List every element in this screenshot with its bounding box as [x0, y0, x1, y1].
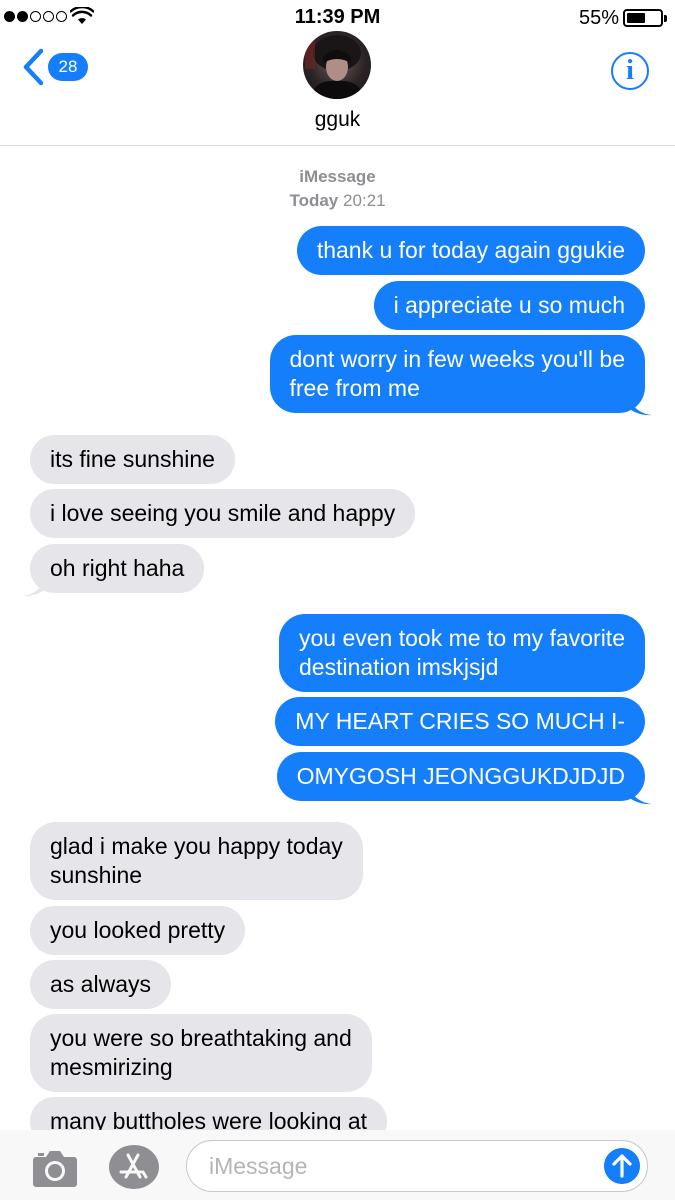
message-bubble-received[interactable]: oh right haha [30, 544, 205, 593]
bubble-tail [22, 573, 48, 597]
avatar-photo [305, 35, 363, 99]
unread-count-badge: 28 [48, 53, 88, 81]
bubble-tail [626, 781, 652, 805]
messages-screen: 11:39 PM 55% 28 gguk i iMessage Today 20… [0, 0, 675, 1200]
message-bubble-received[interactable]: its fine sunshine [30, 435, 235, 484]
message-bubble-received[interactable]: you looked pretty [30, 906, 246, 955]
message-bubble-sent[interactable]: i appreciate u so much [373, 281, 645, 330]
message-bubble-sent[interactable]: you even took me to my favorite destinat… [279, 614, 645, 692]
service-label: iMessage [299, 167, 376, 186]
timestamp-day: Today [289, 191, 339, 210]
contact-avatar[interactable] [303, 31, 371, 99]
timestamp-time: 20:21 [343, 191, 386, 210]
camera-icon[interactable] [32, 1148, 78, 1188]
message-bubble-sent[interactable]: OMYGOSH JEONGGUKDJDJD [276, 752, 645, 801]
message-bubble-sent[interactable]: thank u for today again ggukie [296, 226, 645, 275]
message-composer [0, 1130, 675, 1200]
message-bubble-received[interactable]: i love seeing you smile and happy [30, 489, 416, 538]
message-bubble-received[interactable]: you were so breathtaking and mesmirizing [30, 1014, 372, 1092]
send-arrow-icon[interactable] [604, 1148, 640, 1184]
conversation-header: 28 gguk i [0, 0, 675, 146]
message-input[interactable] [186, 1140, 648, 1192]
app-store-icon[interactable] [108, 1144, 160, 1190]
thread-timestamp: Today 20:21 [0, 191, 675, 211]
back-button[interactable]: 28 [22, 48, 88, 86]
message-bubble-received[interactable]: as always [30, 960, 171, 1009]
contact-name[interactable]: gguk [0, 108, 675, 132]
info-button[interactable]: i [611, 52, 649, 90]
chevron-left-icon [23, 48, 44, 86]
message-bubble-sent[interactable]: MY HEART CRIES SO MUCH I- [275, 697, 645, 746]
bubble-tail [626, 392, 652, 416]
message-bubble-sent[interactable]: dont worry in few weeks you'll be free f… [269, 335, 645, 413]
message-bubble-received[interactable]: glad i make you happy today sunshine [30, 822, 363, 900]
